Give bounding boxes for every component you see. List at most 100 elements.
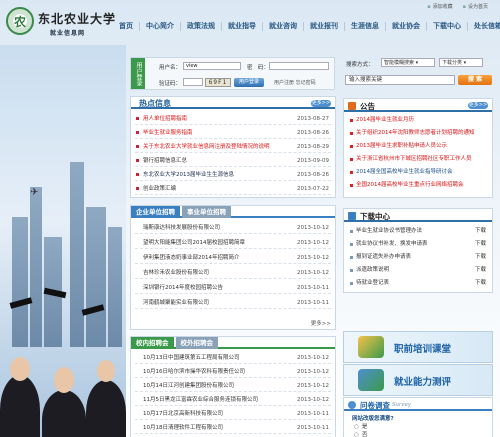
hot-info-row[interactable]: 关于东北农业大学就业信息网注册及登陆情况的说明 2013-08-29 <box>135 141 331 153</box>
notice-link[interactable]: 2014届全国高校毕业生就业指导研讨会 <box>356 167 453 178</box>
square-bullet-icon <box>350 282 353 285</box>
campus-fair-link[interactable]: 10月14日江河创建集团股份有限公司 <box>143 380 234 391</box>
hot-info-title-link[interactable]: 银行招聘信息汇总 <box>143 155 187 166</box>
register-links[interactable]: 用户注册 忘记密码 <box>274 79 316 86</box>
pre-job-training-banner[interactable]: 职前培训课堂 <box>343 331 493 363</box>
company-more-link[interactable]: 更多>> <box>311 319 331 327</box>
notice-link[interactable]: 关于浙江省杭州市下城区招聘社区专职工作人员 <box>356 154 472 165</box>
campus-fair-link[interactable]: 10月16日哈尔滨市操华农科有限责任公司 <box>143 366 245 377</box>
hot-info-title-link[interactable]: 毕业生就业服务指南 <box>143 127 193 138</box>
tab-institution[interactable]: 事业单位招聘 <box>182 206 231 218</box>
notice-link[interactable]: 全国2014届高校毕业生重点行业网络招聘会 <box>356 180 464 191</box>
add-favorite-link[interactable]: 添加收藏 <box>427 3 453 10</box>
download-title[interactable]: 待就业登记表 <box>356 278 389 289</box>
hot-info-title-link[interactable]: 关于东北农业大学就业信息网注册及登陆情况的说明 <box>143 141 270 152</box>
download-title[interactable]: 报到证遗失补办申请表 <box>356 252 411 263</box>
nav-consult[interactable]: 就业咨询 <box>263 21 304 31</box>
hot-info-row[interactable]: 用人单位招聘指南 2013-08-27 <box>135 113 331 125</box>
notice-row[interactable]: 关于组织2014年沈阳教师志愿者计划招聘的通知 <box>348 128 488 139</box>
download-row[interactable]: 毕业生就业协议书管理办法 下载 <box>348 226 488 237</box>
download-row[interactable]: 待就业登记表 下载 <box>348 278 488 289</box>
company-link[interactable]: 深圳银行2014年度校园招聘公告 <box>143 282 223 293</box>
campus-fair-link[interactable]: 11月5日黑龙江富霖农业综合服务连锁有限公司 <box>143 394 258 405</box>
campus-fair-row[interactable]: 10月16日哈尔滨市操华农科有限责任公司 2013-10-12 <box>135 366 331 378</box>
campus-fair-row[interactable]: 10月17日北京高新科技有限公司 2013-10-11 <box>135 408 331 420</box>
download-link[interactable]: 下载 <box>475 278 486 289</box>
notice-link[interactable]: 2014届毕业生就业月历 <box>356 115 414 126</box>
company-link[interactable]: 瑞斯康达科技发展股份有限公司 <box>143 222 220 233</box>
search-mode-select[interactable]: 智能模糊搜索 ▾ <box>381 58 435 67</box>
campus-fair-row[interactable]: 10月14日江河创建集团股份有限公司 2013-10-12 <box>135 380 331 392</box>
hot-info-title-link[interactable]: 创业政策汇编 <box>143 183 176 194</box>
download-link[interactable]: 下载 <box>475 252 486 263</box>
download-link[interactable]: 下载 <box>475 265 486 276</box>
nav-home[interactable]: 首页 <box>113 21 140 31</box>
nav-career[interactable]: 生涯信息 <box>345 21 386 31</box>
company-row[interactable]: 望明大阳能集团公司2014届校园招聘简章 2013-10-12 <box>135 237 331 249</box>
notice-row[interactable]: 全国2014届高校毕业生重点行业网络招聘会 <box>348 180 488 191</box>
hot-info-row[interactable]: 东北农业大学2013届毕业生生源信息 2013-08-26 <box>135 169 331 181</box>
download-link[interactable]: 下载 <box>475 226 486 237</box>
campus-fair-row[interactable]: 10月18日清理软件工程有限公司 2013-10-11 <box>135 422 331 434</box>
hot-info-title-link[interactable]: 用人单位招聘指南 <box>143 113 187 124</box>
company-row[interactable]: 深圳银行2014年度校园招聘公告 2013-10-11 <box>135 282 331 294</box>
notice-row[interactable]: 2013届毕业生求职补贴申请人员公示 <box>348 141 488 152</box>
campus-fair-row[interactable]: 11月5日黑龙江富霖农业综合服务连锁有限公司 2013-10-12 <box>135 394 331 406</box>
notice-row[interactable]: 2014届全国高校毕业生就业指导研讨会 <box>348 167 488 178</box>
nav-newspaper[interactable]: 就业报刊 <box>304 21 345 31</box>
captcha-input[interactable] <box>183 78 203 86</box>
download-row[interactable]: 就业协议书补发、换发申请表 下载 <box>348 239 488 250</box>
search-button[interactable]: 搜 索 <box>458 75 492 85</box>
download-link[interactable]: 下载 <box>475 239 486 250</box>
tab-offcampus-fair[interactable]: 校外招聘会 <box>175 337 218 349</box>
company-link[interactable]: 河南鹤城聚能实业有限公司 <box>143 297 209 308</box>
tab-campus-fair[interactable]: 校内招聘会 <box>131 337 174 349</box>
download-title[interactable]: 毕业生就业协议书管理办法 <box>356 226 422 237</box>
set-homepage-link[interactable]: 设为首页 <box>463 3 488 10</box>
notice-link[interactable]: 2013届毕业生求职补贴申请人员公示 <box>356 141 447 152</box>
company-link[interactable]: 望明大阳能集团公司2014届校园招聘简章 <box>143 237 245 248</box>
nav-mailbox[interactable]: 处长信箱 <box>468 22 500 31</box>
download-title[interactable]: 派遣政策说明 <box>356 265 389 276</box>
hot-info-row[interactable]: 毕业生就业服务指南 2013-08-26 <box>135 127 331 139</box>
company-row[interactable]: 伊利集团液态奶事业部2014年招聘简介 2013-10-12 <box>135 252 331 264</box>
company-link[interactable]: 伊利集团液态奶事业部2014年招聘简介 <box>143 252 240 263</box>
nav-policy[interactable]: 政策法规 <box>181 21 222 31</box>
download-title[interactable]: 就业协议书补发、换发申请表 <box>356 239 428 250</box>
university-logo[interactable]: 农 <box>6 7 34 35</box>
notice-link[interactable]: 关于组织2014年沈阳教师志愿者计划招聘的通知 <box>356 128 475 139</box>
search-input[interactable]: 输入搜索关键 <box>345 75 455 85</box>
campus-fair-row[interactable]: 10月13日中国建筑第五工程局有限公司 2013-10-12 <box>135 352 331 364</box>
download-row[interactable]: 派遣政策说明 下载 <box>348 265 488 276</box>
nav-download[interactable]: 下载中心 <box>427 21 468 31</box>
hot-info-row[interactable]: 银行招聘信息汇总 2013-09-09 <box>135 155 331 167</box>
company-row[interactable]: 河南鹤城聚能实业有限公司 2013-10-11 <box>135 297 331 309</box>
campus-fair-link[interactable]: 10月17日北京高新科技有限公司 <box>143 408 223 419</box>
nav-association[interactable]: 就业协会 <box>386 21 427 31</box>
company-link[interactable]: 吉林珍禾农业股份有限公司 <box>143 267 209 278</box>
campus-fair-link[interactable]: 10月18日清理软件工程有限公司 <box>143 422 223 433</box>
company-row[interactable]: 瑞斯康达科技发展股份有限公司 2013-10-12 <box>135 222 331 234</box>
hot-more-link[interactable]: 更多>> <box>311 100 331 107</box>
employability-test-banner[interactable]: 就业能力测评 <box>343 364 493 396</box>
site-title: 东北农业大学 <box>38 12 117 26</box>
chevron-down-icon: ▾ <box>415 60 419 66</box>
hot-info-title-link[interactable]: 东北农业大学2013届毕业生生源信息 <box>143 169 234 180</box>
notice-more-link[interactable]: 更多>> <box>468 102 488 109</box>
captcha-image[interactable]: 69F1 <box>205 78 231 87</box>
notice-row[interactable]: 2014届毕业生就业月历 <box>348 115 488 126</box>
hot-info-row[interactable]: 创业政策汇编 2013-07-22 <box>135 183 331 195</box>
download-category-select[interactable]: 下载分类 ▾ <box>439 58 483 67</box>
nav-guidance[interactable]: 就业指导 <box>222 21 263 31</box>
login-button[interactable]: 用户登录 <box>234 78 264 87</box>
survey-option-no[interactable]: 否 <box>354 430 368 437</box>
survey-option-yes[interactable]: 是 <box>354 422 368 430</box>
download-row[interactable]: 报到证遗失补办申请表 下载 <box>348 252 488 263</box>
nav-about[interactable]: 中心简介 <box>140 21 181 31</box>
company-row[interactable]: 吉林珍禾农业股份有限公司 2013-10-12 <box>135 267 331 279</box>
username-input[interactable]: view <box>183 62 241 70</box>
campus-fair-link[interactable]: 10月13日中国建筑第五工程局有限公司 <box>143 352 240 363</box>
notice-row[interactable]: 关于浙江省杭州市下城区招聘社区专职工作人员 <box>348 154 488 165</box>
tab-enterprise[interactable]: 企业单位招聘 <box>131 206 180 218</box>
password-input[interactable] <box>269 62 329 70</box>
